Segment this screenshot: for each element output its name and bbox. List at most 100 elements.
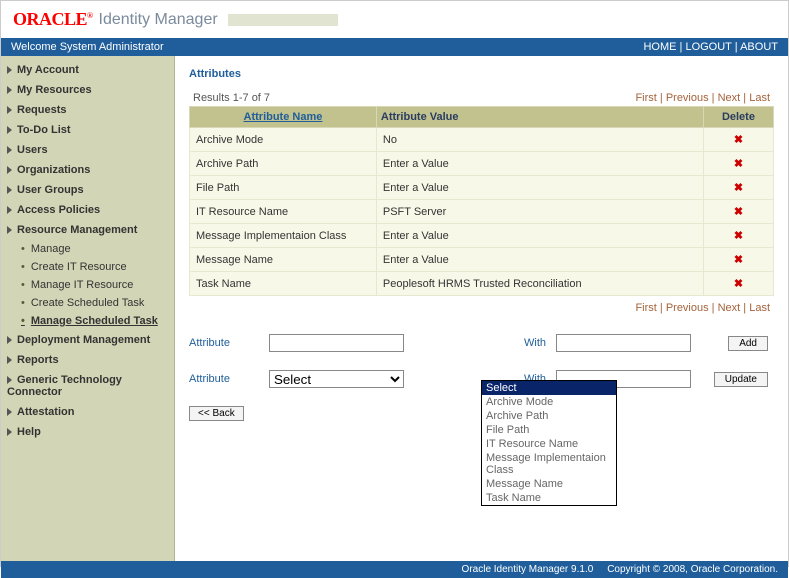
- sidebar-item[interactable]: Generic Technology Connector: [1, 370, 174, 402]
- arrow-right-icon: [7, 66, 12, 74]
- home-link[interactable]: HOME: [643, 41, 676, 53]
- pager-last[interactable]: Last: [749, 92, 770, 104]
- arrow-right-icon: [7, 336, 12, 344]
- arrow-right-icon: [7, 376, 12, 384]
- pager-next[interactable]: Next: [718, 92, 741, 104]
- sidebar-sub-item[interactable]: Manage Scheduled Task: [21, 312, 174, 330]
- dropdown-option[interactable]: Task Name: [482, 491, 616, 505]
- attribute-dropdown-list[interactable]: SelectArchive ModeArchive PathFile PathI…: [481, 380, 617, 506]
- sidebar-sub-item[interactable]: Manage IT Resource: [21, 276, 174, 294]
- delete-icon[interactable]: ✖: [703, 272, 773, 296]
- sidebar-item[interactable]: User Groups: [1, 180, 174, 200]
- sidebar-item-label: User Groups: [17, 184, 84, 196]
- sidebar-item[interactable]: Help: [1, 422, 174, 442]
- attr-name-cell: Task Name: [190, 272, 377, 296]
- logout-link[interactable]: LOGOUT: [685, 41, 731, 53]
- dropdown-option[interactable]: Archive Mode: [482, 395, 616, 409]
- delete-icon[interactable]: ✖: [703, 248, 773, 272]
- sidebar-item[interactable]: Deployment Management: [1, 330, 174, 350]
- attribute-label: Attribute: [189, 373, 259, 385]
- sidebar-item-label: My Resources: [17, 84, 92, 96]
- pager-next[interactable]: Next: [718, 302, 741, 314]
- dropdown-option[interactable]: Archive Path: [482, 409, 616, 423]
- pager-first[interactable]: First: [635, 92, 656, 104]
- footer-product: Oracle Identity Manager 9.1.0: [462, 564, 594, 575]
- sidebar-item[interactable]: To-Do List: [1, 120, 174, 140]
- attr-name-cell: IT Resource Name: [190, 200, 377, 224]
- results-count: Results 1-7 of 7: [193, 92, 270, 104]
- delete-icon[interactable]: ✖: [703, 152, 773, 176]
- pager-previous[interactable]: Previous: [666, 302, 709, 314]
- pager-bottom: First | Previous | Next | Last: [635, 302, 770, 314]
- sidebar-item[interactable]: Attestation: [1, 402, 174, 422]
- attr-value-cell: Peoplesoft HRMS Trusted Reconciliation: [376, 272, 703, 296]
- sidebar-item-label: Generic Technology Connector: [7, 374, 122, 398]
- add-button[interactable]: Add: [728, 336, 768, 351]
- dropdown-option[interactable]: Select: [482, 381, 616, 395]
- update-button[interactable]: Update: [714, 372, 768, 387]
- pager-last[interactable]: Last: [749, 302, 770, 314]
- sidebar-sub-item[interactable]: Create Scheduled Task: [21, 294, 174, 312]
- arrow-right-icon: [7, 226, 12, 234]
- welcome-bar: Welcome System Administrator HOME | LOGO…: [1, 38, 788, 56]
- attribute-label: Attribute: [189, 337, 259, 349]
- about-link[interactable]: ABOUT: [740, 41, 778, 53]
- col-attribute-value: Attribute Value: [376, 107, 703, 128]
- sidebar-sub-item[interactable]: Create IT Resource: [21, 258, 174, 276]
- delete-icon[interactable]: ✖: [703, 224, 773, 248]
- main-content: Attributes Results 1-7 of 7 First | Prev…: [175, 56, 788, 561]
- pager-previous[interactable]: Previous: [666, 92, 709, 104]
- sidebar-item[interactable]: My Account: [1, 60, 174, 80]
- sidebar-item-label: Organizations: [17, 164, 90, 176]
- attr-value-cell: Enter a Value: [376, 248, 703, 272]
- col-attribute-name[interactable]: Attribute Name: [190, 107, 377, 128]
- with-label: With: [524, 337, 546, 349]
- sidebar-item-label: Attestation: [17, 406, 74, 418]
- delete-icon[interactable]: ✖: [703, 176, 773, 200]
- arrow-right-icon: [7, 166, 12, 174]
- arrow-right-icon: [7, 408, 12, 416]
- sidebar-item-label: Users: [17, 144, 48, 156]
- dropdown-option[interactable]: IT Resource Name: [482, 437, 616, 451]
- page-title: Attributes: [189, 68, 774, 80]
- attribute-select[interactable]: Select: [269, 370, 404, 388]
- sidebar-item[interactable]: Requests: [1, 100, 174, 120]
- sidebar-item-label: Requests: [17, 104, 67, 116]
- sidebar-item[interactable]: Users: [1, 140, 174, 160]
- attr-name-cell: Archive Mode: [190, 128, 377, 152]
- welcome-text: Welcome System Administrator: [11, 41, 164, 53]
- delete-icon[interactable]: ✖: [703, 128, 773, 152]
- sidebar-item-label: Deployment Management: [17, 334, 150, 346]
- table-row: Archive ModeNo✖: [190, 128, 774, 152]
- table-row: Task NamePeoplesoft HRMS Trusted Reconci…: [190, 272, 774, 296]
- delete-icon[interactable]: ✖: [703, 200, 773, 224]
- dropdown-option[interactable]: Message Implementaion Class: [482, 451, 616, 477]
- header-links: HOME | LOGOUT | ABOUT: [643, 41, 778, 53]
- sidebar-item[interactable]: My Resources: [1, 80, 174, 100]
- sidebar-item-label: Resource Management: [17, 224, 137, 236]
- sidebar-item[interactable]: Access Policies: [1, 200, 174, 220]
- dropdown-option[interactable]: File Path: [482, 423, 616, 437]
- attr-name-cell: Message Implementaion Class: [190, 224, 377, 248]
- table-row: File PathEnter a Value✖: [190, 176, 774, 200]
- table-row: Message Implementaion ClassEnter a Value…: [190, 224, 774, 248]
- sidebar-item-label: Help: [17, 426, 41, 438]
- oracle-logo: ORACLE®: [13, 9, 93, 30]
- sidebar-sub-item[interactable]: Manage: [21, 240, 174, 258]
- sidebar-item[interactable]: Reports: [1, 350, 174, 370]
- attr-name-cell: Archive Path: [190, 152, 377, 176]
- back-button[interactable]: << Back: [189, 406, 244, 421]
- table-row: IT Resource NamePSFT Server✖: [190, 200, 774, 224]
- add-attribute-row: Attribute With Add: [189, 334, 774, 352]
- sidebar-item[interactable]: Organizations: [1, 160, 174, 180]
- dropdown-option[interactable]: Message Name: [482, 477, 616, 491]
- table-row: Archive PathEnter a Value✖: [190, 152, 774, 176]
- footer: Oracle Identity Manager 9.1.0 Copyright …: [1, 561, 788, 578]
- pager-first[interactable]: First: [635, 302, 656, 314]
- attr-value-cell: Enter a Value: [376, 176, 703, 200]
- attribute-name-input[interactable]: [269, 334, 404, 352]
- arrow-right-icon: [7, 146, 12, 154]
- sidebar-item[interactable]: Resource Management: [1, 220, 174, 240]
- attribute-value-input[interactable]: [556, 334, 691, 352]
- arrow-right-icon: [7, 186, 12, 194]
